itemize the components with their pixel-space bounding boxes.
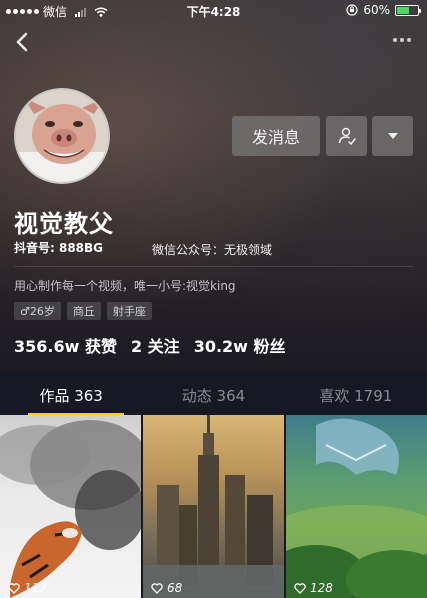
avatar-pig-mask-image [16,90,108,182]
caret-down-icon [387,133,398,139]
stat-following[interactable]: 2 关注 [131,333,180,357]
watermark-text: 微信公众号：无极领域 [152,243,273,257]
back-chevron-icon[interactable] [12,30,32,54]
heart-icon [294,582,306,594]
tab-moments[interactable]: 动态 364 [142,375,284,415]
user-check-icon [338,127,356,145]
tab-likes-label: 喜欢 1791 [319,386,393,405]
tab-works-label: 作品 363 [39,386,103,405]
divider [14,266,413,267]
tiger-smoke-image [0,420,141,598]
heart-icon [8,582,20,594]
content-tabs: 作品 363 动态 364 喜欢 1791 [0,375,427,415]
video-likes: 117 [8,581,47,595]
battery-icon [395,4,421,16]
video-thumbnail-city[interactable]: 68 [143,415,284,598]
video-thumbnail-forest[interactable]: 128 [286,415,427,598]
video-likes-count: 68 [167,581,183,595]
profile-nickname: 视觉教父 [14,210,114,238]
tag-location[interactable]: 商丘 [66,302,101,320]
heart-icon [151,582,163,594]
tab-works[interactable]: 作品 363 [0,375,142,415]
stat-likes: 356.6w 获赞 [14,337,117,356]
rotation-lock-icon [346,4,358,16]
avatar[interactable] [14,88,110,184]
video-likes-count: 117 [24,581,47,595]
video-likes: 128 [294,581,333,595]
status-right: 60% [346,3,421,17]
forest-robot-image [286,418,427,598]
status-bar: 微信 下午4:28 60% [0,0,427,20]
tag-age: ♂26岁 [14,302,61,320]
profile-stats: 356.6w 获赞 2 关注 30.2w 粉丝 [14,333,286,357]
battery-fill [397,6,409,14]
tag-zodiac: 射手座 [106,302,152,320]
profile-tags: ♂26岁 商丘 射手座 [14,302,152,320]
video-grid: 117 68 128 [0,415,427,598]
douyin-id: 抖音号: 888BG [14,241,104,255]
battery-percent: 60% [363,3,390,17]
more-options-icon[interactable] [393,38,411,42]
tab-likes[interactable]: 喜欢 1791 [285,375,427,415]
send-message-button[interactable]: 发消息 [232,116,320,156]
follow-user-button[interactable] [326,116,367,156]
video-likes: 68 [151,581,182,595]
video-thumbnail-tiger[interactable]: 117 [0,415,141,598]
video-likes-count: 128 [310,581,333,595]
tab-moments-label: 动态 364 [181,386,246,405]
stat-followers[interactable]: 30.2w 粉丝 [194,333,286,357]
profile-bio: 用心制作每一个视频，唯一小号:视觉king [14,279,236,293]
city-flood-image [143,415,284,598]
recommend-dropdown-button[interactable] [372,116,413,156]
